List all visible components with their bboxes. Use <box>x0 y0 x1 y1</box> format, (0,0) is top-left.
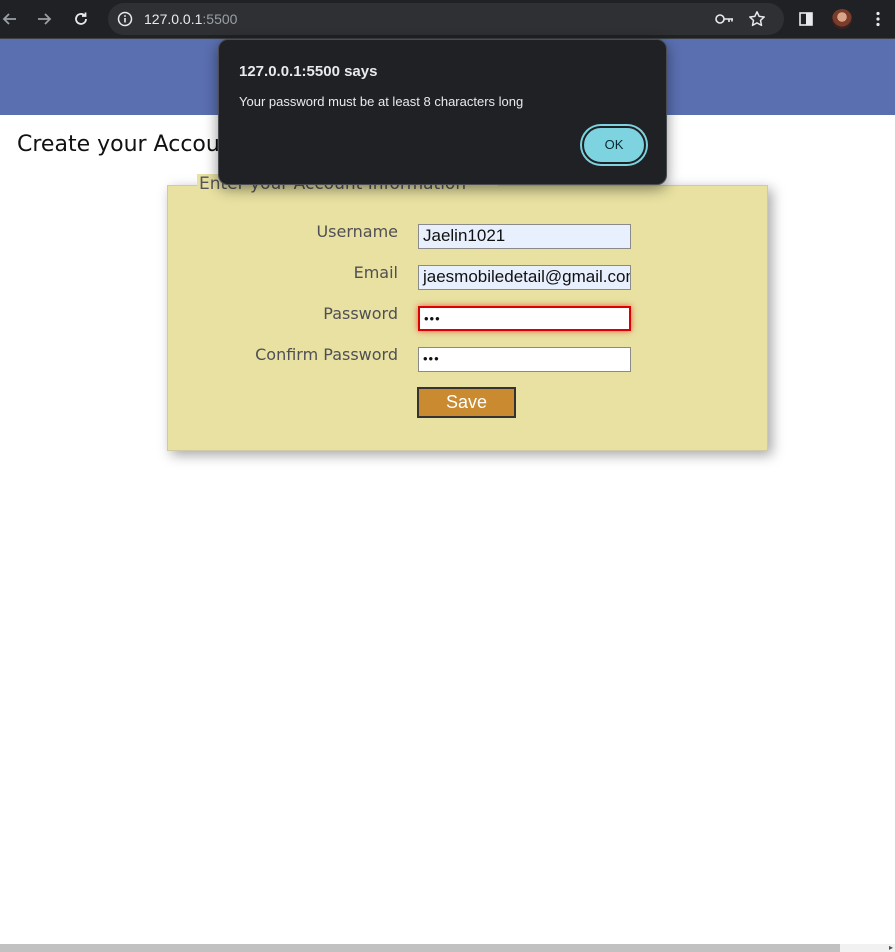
dialog-title: 127.0.0.1:5500 says <box>239 63 378 80</box>
email-input[interactable]: jaesmobiledetail@gmail.com <box>418 265 631 290</box>
arrow-left-icon[interactable] <box>0 9 20 29</box>
key-icon[interactable] <box>714 10 734 32</box>
email-label: Email <box>353 263 398 282</box>
url-port: :5500 <box>202 11 238 27</box>
side-panel-icon[interactable] <box>796 9 816 29</box>
confirm-password-label: Confirm Password <box>255 345 398 364</box>
browser-toolbar: 127.0.0.1:5500 <box>0 0 895 39</box>
url-host: 127.0.0.1 <box>144 11 203 27</box>
info-icon[interactable] <box>117 11 133 27</box>
reload-icon[interactable] <box>71 9 91 29</box>
password-label: Password <box>323 304 398 323</box>
more-vert-icon[interactable] <box>868 9 888 29</box>
star-icon[interactable] <box>748 10 766 32</box>
url-text: 127.0.0.1:5500 <box>144 11 237 27</box>
username-input[interactable]: Jaelin1021 <box>418 224 631 249</box>
confirm-password-input[interactable]: ••• <box>418 347 631 372</box>
profile-avatar[interactable] <box>832 9 852 29</box>
horizontal-scrollbar[interactable]: ▸ <box>0 944 895 952</box>
username-label: Username <box>316 222 398 241</box>
address-bar[interactable]: 127.0.0.1:5500 <box>108 3 784 35</box>
scroll-right-icon[interactable]: ▸ <box>887 944 895 952</box>
save-button[interactable]: Save <box>417 387 516 418</box>
dialog-message: Your password must be at least 8 charact… <box>239 94 524 109</box>
password-input[interactable]: ••• <box>418 306 631 331</box>
arrow-right-icon[interactable] <box>34 9 54 29</box>
alert-dialog: 127.0.0.1:5500 says Your password must b… <box>218 39 667 185</box>
scrollbar-thumb[interactable] <box>0 944 840 952</box>
ok-button[interactable]: OK <box>582 126 646 164</box>
page-title: Create your Account <box>17 132 243 157</box>
